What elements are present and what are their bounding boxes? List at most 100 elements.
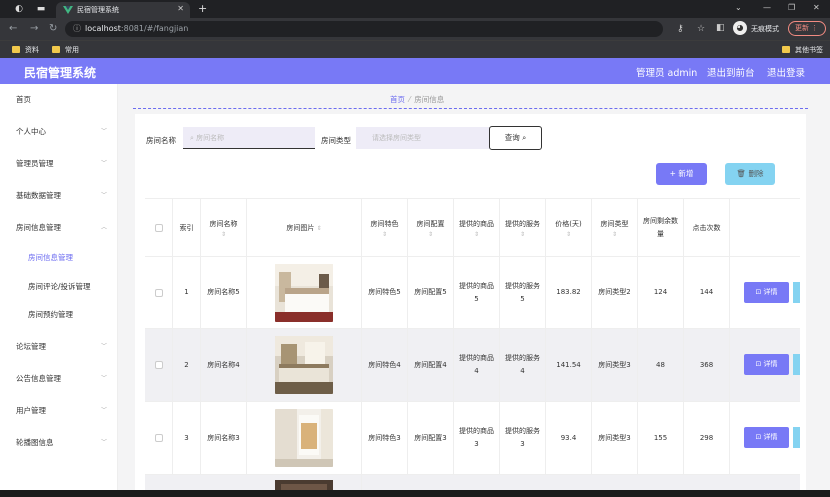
col-service[interactable]: 提供的服务 ⇕ [500,199,546,257]
chevron-down-icon: ﹀ [101,160,108,167]
sort-icon[interactable]: ⇕ [474,231,479,239]
sort-icon[interactable]: ⇕ [317,225,322,232]
room-table: 索引 房间名称 ⇕ 房间图片 ⇕ 房间特色 ⇕ 房间配置 ⇕ 提供的商品 ⇕ 提供的服务… [145,198,800,497]
bookmark-folder[interactable]: 常用 [52,45,79,55]
cell-clicks: 144 [684,257,730,328]
logout-link[interactable]: 退出登录 [767,65,805,79]
cell-name: 房间名称3 [201,402,247,474]
table-row: 3 房间名称3 房间特色3 房间配置3 提供的商品3 提供的服务3 93.4 房… [145,402,800,475]
room-type-select[interactable]: 请选择房间类型 ﹀ [356,127,506,149]
col-price[interactable]: 价格(天) ⇕ [546,199,592,257]
col-remaining[interactable]: 房间剩余数量 [638,199,684,257]
edit-button[interactable] [793,427,800,448]
detail-icon: ⊡ [755,360,762,368]
divider [133,108,808,109]
col-clicks[interactable]: 点击次数 [684,199,730,257]
cell-feature: 房间特色5 [362,257,408,328]
sidebar-subitem-room-info[interactable]: 房间信息管理 [0,247,118,267]
col-image[interactable]: 房间图片 ⇕ [247,199,362,257]
room-type-label: 房间类型 [321,136,351,145]
sort-icon[interactable]: ⇕ [566,231,571,239]
select-all-checkbox[interactable] [154,224,163,232]
detail-icon: ⊡ [755,288,762,296]
tab-search-icon[interactable]: ⌄ [735,3,742,12]
cell-image [247,329,362,401]
minimize-icon[interactable]: — [763,3,771,12]
edit-button[interactable] [793,282,800,303]
sidepanel-icon[interactable]: ◧ [716,23,725,33]
add-button[interactable]: + 新增 [656,163,707,185]
row-checkbox[interactable] [154,434,163,442]
sidebar-item-carousel[interactable]: 轮播图信息 ﹀ [0,432,118,452]
site-info-icon[interactable]: ⓘ [73,23,81,34]
other-bookmarks[interactable]: 其他书签 [782,45,823,55]
query-button[interactable]: 查询 ⌕ [489,126,542,150]
new-tab-icon[interactable]: + [198,2,207,15]
browser-tab[interactable]: 民宿管理系统 ✕ [56,2,190,18]
sidebar-item-basic-data[interactable]: 基础数据管理 ﹀ [0,185,118,205]
col-type[interactable]: 房间类型 ⇕ [592,199,638,257]
sidebar-item-admin[interactable]: 管理员管理 ﹀ [0,153,118,173]
back-icon[interactable]: ← [9,23,17,34]
close-window-icon[interactable]: ✕ [813,3,820,12]
room-photo [275,409,333,467]
reload-icon[interactable]: ↻ [49,23,57,34]
sort-icon[interactable]: ⇕ [221,231,226,239]
sidebar-subitem-room-booking[interactable]: 房间预约管理 [0,304,118,324]
detail-button[interactable]: ⊡ 详情 [744,354,789,375]
sort-icon[interactable]: ⇕ [612,231,617,239]
col-goods[interactable]: 提供的商品 ⇕ [454,199,500,257]
forward-icon[interactable]: → [30,23,38,34]
bookmark-folder[interactable]: 资料 [12,45,39,55]
menu-label: 用户管理 [16,406,46,415]
sidebar-item-notice[interactable]: 公告信息管理 ﹀ [0,368,118,388]
plus-icon: + [669,169,676,178]
table-header: 索引 房间名称 ⇕ 房间图片 ⇕ 房间特色 ⇕ 房间配置 ⇕ 提供的商品 ⇕ 提供的服务… [145,198,800,257]
sidebar-item-users[interactable]: 用户管理 ﹀ [0,400,118,420]
url-field[interactable]: ⓘ localhost:8081/#/fangjian ⚷ ☆ [65,21,705,37]
incognito-icon[interactable]: ◕ [733,21,747,35]
room-type-placeholder: 请选择房间类型 [372,134,421,142]
room-photo [275,336,333,394]
row-select-cell [145,329,173,401]
sidebar-item-home[interactable]: 首页 [0,89,118,109]
sort-icon[interactable]: ⇕ [382,231,387,239]
chevron-up-icon: ︿ [101,224,108,231]
col-name[interactable]: 房间名称 ⇕ [201,199,247,257]
row-checkbox[interactable] [154,288,163,297]
sidebar-item-profile[interactable]: 个人中心 ﹀ [0,121,118,141]
row-checkbox[interactable] [154,361,163,369]
cell-name: 房间名称4 [201,329,247,401]
key-icon[interactable]: ⚷ [677,24,684,34]
browser-menu-icon[interactable]: ◐ [13,3,25,15]
detail-button[interactable]: ⊡ 详情 [744,427,789,448]
maximize-icon[interactable]: ❐ [788,3,795,12]
delete-button[interactable]: 🗑 删除 [725,163,775,185]
sidebar-subitem-room-comments[interactable]: 房间评论/投诉管理 [0,276,118,296]
room-photo [275,263,333,322]
menu-label: 房间信息管理 [16,223,61,232]
sidebar-item-room-info[interactable]: 房间信息管理 ︿ [0,217,118,237]
folder-icon [52,46,60,53]
bookmark-star-icon[interactable]: ☆ [697,24,705,34]
col-actions [730,199,800,257]
col-feature[interactable]: 房间特色 ⇕ [362,199,408,257]
detail-button[interactable]: ⊡ 详情 [744,282,789,303]
tab-close-icon[interactable]: ✕ [177,4,184,13]
app-title: 民宿管理系统 [24,66,97,80]
back-to-front-link[interactable]: 退出到前台 [707,65,755,79]
cell-feature: 房间特色3 [362,402,408,474]
sort-icon[interactable]: ⇕ [520,231,525,239]
col-config[interactable]: 房间配置 ⇕ [408,199,454,257]
content-panel: 房间名称 ⌕ 房间名称 房间类型 请选择房间类型 ﹀ 查询 ⌕ + 新增 🗑 删… [135,114,806,497]
room-name-input[interactable]: ⌕ 房间名称 [183,127,315,149]
cell-name: 房间名称5 [201,257,247,328]
breadcrumb-home[interactable]: 首页 [390,95,405,104]
edit-button[interactable] [793,354,800,375]
update-button[interactable]: 更新 ⋮ [788,21,826,36]
sort-icon[interactable]: ⇕ [428,231,433,239]
tab-list-icon[interactable]: ▬ [35,3,47,15]
admin-label: 管理员 admin [636,68,698,79]
cell-config: 房间配置3 [408,402,454,474]
sidebar-item-forum[interactable]: 论坛管理 ﹀ [0,336,118,356]
